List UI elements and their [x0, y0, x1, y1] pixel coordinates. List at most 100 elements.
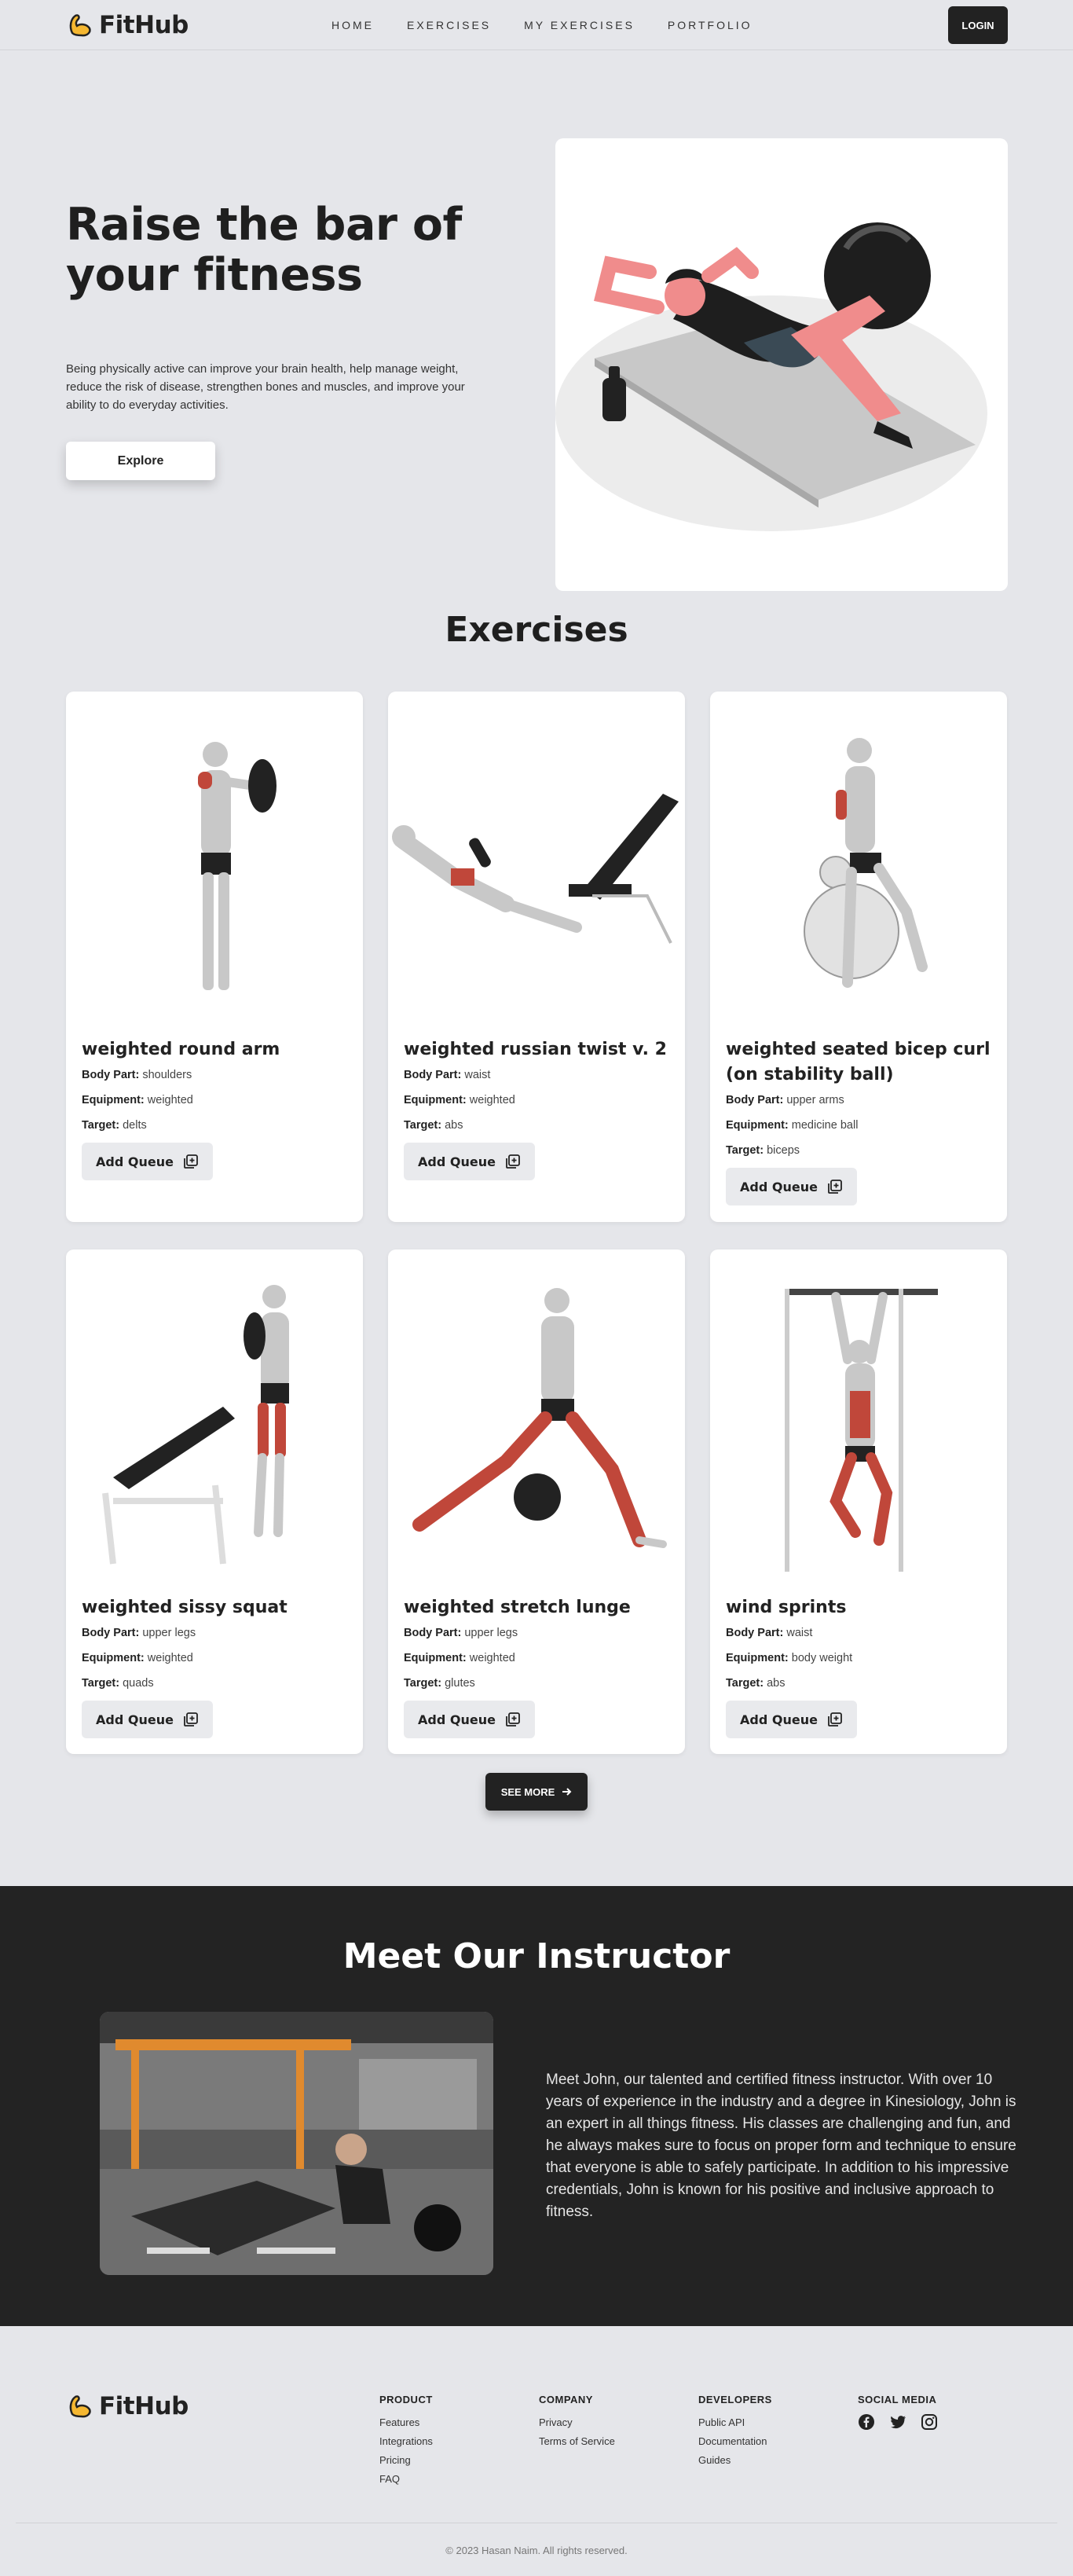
add-queue-label: Add Queue [740, 1712, 818, 1727]
exercise-target: Target: delts [82, 1113, 347, 1138]
add-to-queue-icon [184, 1154, 198, 1169]
exercise-body-part: Body Part: upper legs [82, 1620, 347, 1646]
equipment-value: weighted [147, 1652, 193, 1664]
target-value: delts [123, 1119, 147, 1132]
footer-social-title: SOCIAL MEDIA [858, 2394, 937, 2405]
brand-logo[interactable]: FitHub [66, 11, 189, 39]
body-part-value: waist [786, 1627, 813, 1639]
exercises-title: Exercises [445, 610, 628, 650]
add-queue-button[interactable]: Add Queue [404, 1143, 535, 1180]
twitter-icon[interactable] [889, 2413, 906, 2431]
exercise-card[interactable]: wind sprints Body Part: waist Equipment: b… [710, 1249, 1007, 1754]
copyright: © 2023 Hasan Naim. All rights reserved. [445, 2545, 628, 2556]
equipment-label: Equipment: [726, 1652, 789, 1664]
nav-exercises[interactable]: EXERCISES [407, 19, 491, 31]
login-button[interactable]: LOGIN [948, 6, 1008, 44]
body-part-value: upper arms [786, 1094, 844, 1106]
exercise-equipment: Equipment: body weight [726, 1646, 991, 1671]
instagram-icon[interactable] [921, 2413, 938, 2431]
footer-product-title: PRODUCT [379, 2394, 433, 2405]
exercise-image [66, 1249, 363, 1595]
target-label: Target: [82, 1119, 120, 1132]
body-part-label: Body Part: [404, 1627, 462, 1639]
equipment-value: weighted [469, 1652, 515, 1664]
crunch-illustration-icon [555, 222, 987, 531]
exercise-image [710, 1249, 1007, 1595]
exercise-body-part: Body Part: upper legs [404, 1620, 669, 1646]
exercise-name: weighted seated bicep curl (on stability… [726, 1040, 991, 1084]
footer-link-privacy[interactable]: Privacy [539, 2413, 615, 2432]
equipment-value: weighted [469, 1094, 515, 1106]
footer-logo[interactable]: FitHub [66, 2392, 189, 2420]
footer-link-faq[interactable]: FAQ [379, 2470, 433, 2489]
facebook-icon[interactable] [858, 2413, 875, 2431]
exercise-name: weighted round arm [82, 1040, 280, 1059]
exercise-card[interactable]: weighted round arm Body Part: shoulders Eq… [66, 692, 363, 1222]
exercise-target: Target: biceps [726, 1138, 991, 1163]
footer-link-pricing[interactable]: Pricing [379, 2451, 433, 2470]
add-queue-button[interactable]: Add Queue [82, 1143, 213, 1180]
exercise-equipment: Equipment: weighted [82, 1646, 347, 1671]
add-queue-button[interactable]: Add Queue [82, 1701, 213, 1738]
footer-link-public-api[interactable]: Public API [698, 2413, 772, 2432]
footer: FitHub PRODUCT Features Integrations Pri… [0, 2362, 1073, 2576]
target-value: quads [123, 1677, 154, 1690]
body-part-value: waist [464, 1069, 491, 1081]
exercise-equipment: Equipment: weighted [404, 1088, 669, 1113]
exercise-image [66, 692, 363, 1037]
footer-link-documentation[interactable]: Documentation [698, 2432, 772, 2451]
equipment-label: Equipment: [404, 1094, 467, 1106]
body-part-value: shoulders [142, 1069, 192, 1081]
add-queue-button[interactable]: Add Queue [726, 1701, 857, 1738]
body-part-label: Body Part: [726, 1094, 784, 1106]
instructor-photo [100, 2012, 493, 2275]
nav-my-exercises[interactable]: MY EXERCISES [524, 19, 635, 31]
exercise-name: weighted russian twist v. 2 [404, 1040, 667, 1059]
footer-company-title: COMPANY [539, 2394, 593, 2405]
equipment-label: Equipment: [404, 1652, 467, 1664]
add-queue-label: Add Queue [96, 1154, 174, 1169]
footer-link-integrations[interactable]: Integrations [379, 2432, 433, 2451]
exercise-card[interactable]: weighted russian twist v. 2 Body Part: wa… [388, 692, 685, 1222]
target-value: glutes [445, 1677, 475, 1690]
exercise-body-part: Body Part: waist [404, 1062, 669, 1088]
body-part-label: Body Part: [726, 1627, 784, 1639]
exercise-equipment: Equipment: weighted [404, 1646, 669, 1671]
nav-portfolio[interactable]: PORTFOLIO [668, 19, 753, 31]
add-queue-label: Add Queue [418, 1154, 496, 1169]
main-menu: HOME EXERCISES MY EXERCISES PORTFOLIO [331, 19, 753, 31]
add-queue-button[interactable]: Add Queue [404, 1701, 535, 1738]
hero-description: Being physically active can improve your… [66, 362, 465, 412]
add-queue-button[interactable]: Add Queue [726, 1168, 857, 1205]
add-to-queue-icon [184, 1712, 198, 1727]
footer-link-features[interactable]: Features [379, 2413, 433, 2432]
top-navbar: FitHub HOME EXERCISES MY EXERCISES PORTF… [0, 0, 1073, 50]
hero-section: Raise the bar of your fitness Being phys… [0, 50, 1073, 591]
body-part-value: upper legs [464, 1627, 518, 1639]
instructor-bio: Meet John, our talented and certified fi… [546, 2071, 1016, 2220]
footer-developers: DEVELOPERS Public API Documentation Guid… [698, 2394, 772, 2470]
target-value: biceps [767, 1144, 800, 1157]
exercise-figure-icon [412, 1288, 667, 1548]
exercise-card[interactable]: weighted sissy squat Body Part: upper leg… [66, 1249, 363, 1754]
exercise-figure-icon [392, 794, 679, 944]
flexed-arm-icon [69, 14, 91, 37]
footer-product: PRODUCT Features Integrations Pricing FA… [379, 2394, 433, 2489]
exercise-card[interactable]: weighted seated bicep curl (on stability… [710, 692, 1007, 1222]
add-to-queue-icon [828, 1180, 842, 1194]
footer-link-guides[interactable]: Guides [698, 2451, 772, 2470]
target-label: Target: [726, 1677, 764, 1690]
nav-home[interactable]: HOME [331, 19, 374, 31]
body-part-value: upper legs [142, 1627, 196, 1639]
footer-link-terms[interactable]: Terms of Service [539, 2432, 615, 2451]
footer-company: COMPANY Privacy Terms of Service [539, 2394, 615, 2451]
exercise-target: Target: quads [82, 1671, 347, 1696]
equipment-value: medicine ball [791, 1119, 859, 1132]
exercise-card[interactable]: weighted stretch lunge Body Part: upper l… [388, 1249, 685, 1754]
exercise-figure-icon [785, 1289, 938, 1572]
exercise-body-part: Body Part: shoulders [82, 1062, 347, 1088]
target-label: Target: [404, 1119, 442, 1132]
footer-social: SOCIAL MEDIA [858, 2394, 938, 2431]
see-more-button[interactable]: SEE MORE [485, 1773, 588, 1811]
explore-button[interactable]: Explore [66, 442, 215, 480]
